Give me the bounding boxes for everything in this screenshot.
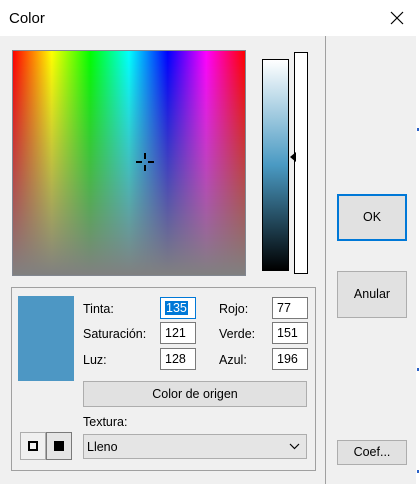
- texture-selected-value: Lleno: [87, 440, 118, 454]
- hue-field[interactable]: 135: [160, 297, 196, 319]
- dialog-divider: [325, 36, 326, 484]
- luminance-slider-track[interactable]: [294, 52, 308, 274]
- close-icon: [390, 11, 404, 25]
- crosshair-icon[interactable]: [135, 152, 155, 172]
- texture-outline-icon: [28, 441, 38, 451]
- close-button[interactable]: [374, 0, 420, 36]
- saturation-label: Saturación:: [83, 327, 147, 341]
- dialog-side-area: [326, 36, 420, 484]
- dialog-right-edge: [416, 36, 420, 484]
- blue-field[interactable]: 196: [272, 348, 308, 370]
- origin-color-button[interactable]: Color de origen: [83, 381, 307, 407]
- red-label: Rojo:: [219, 302, 249, 316]
- texture-outline-button[interactable]: [20, 432, 46, 460]
- blue-label: Azul:: [219, 353, 247, 367]
- hue-value: 135: [165, 301, 188, 315]
- red-field[interactable]: 77: [272, 297, 308, 319]
- title-bar: Color: [0, 0, 420, 36]
- hue-label: Tinta:: [83, 302, 114, 316]
- texture-select[interactable]: Lleno: [83, 434, 307, 459]
- ok-button[interactable]: OK: [337, 194, 407, 241]
- luminance-label: Luz:: [83, 353, 107, 367]
- saturation-field[interactable]: 121: [160, 322, 196, 344]
- dropdown-chevron-icon: [289, 443, 300, 450]
- luminance-arrow-icon[interactable]: [290, 152, 296, 162]
- color-spectrum[interactable]: [12, 50, 246, 276]
- cancel-button[interactable]: Anular: [337, 271, 407, 318]
- texture-label: Textura:: [83, 415, 128, 429]
- luminance-field[interactable]: 128: [160, 348, 196, 370]
- luminance-bar[interactable]: [262, 59, 289, 271]
- texture-filled-icon: [54, 441, 64, 451]
- coef-button[interactable]: Coef...: [337, 440, 407, 465]
- color-preview-swatch: [18, 296, 74, 381]
- green-label: Verde:: [219, 327, 256, 341]
- window-title: Color: [9, 10, 45, 27]
- green-field[interactable]: 151: [272, 322, 308, 344]
- texture-filled-button[interactable]: [46, 432, 72, 460]
